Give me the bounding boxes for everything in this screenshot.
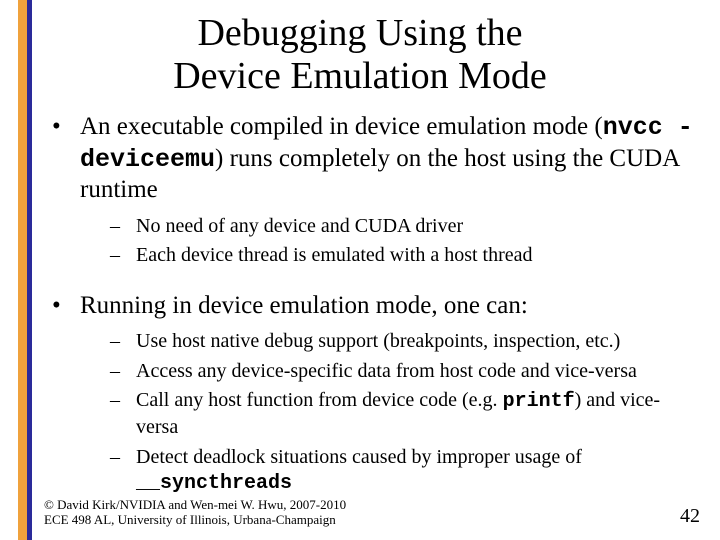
slide-body: An executable compiled in device emulati… <box>44 112 696 519</box>
footer-line-1: © David Kirk/NVIDIA and Wen-mei W. Hwu, … <box>44 497 346 512</box>
text-run: Use host native debug support (breakpoin… <box>136 330 620 352</box>
slide-footer: © David Kirk/NVIDIA and Wen-mei W. Hwu, … <box>44 497 346 528</box>
bullet-item: Running in device emulation mode, one ca… <box>44 291 696 497</box>
text-run: An executable compiled in device emulati… <box>80 113 603 140</box>
slide: Debugging Using the Device Emulation Mod… <box>0 0 720 540</box>
sub-bullet-list: Use host native debug support (breakpoin… <box>80 329 696 497</box>
bullet-list: An executable compiled in device emulati… <box>44 112 696 497</box>
title-line-2: Device Emulation Mode <box>173 55 547 97</box>
sub-bullet-item: Detect deadlock situations caused by imp… <box>80 445 696 497</box>
sub-bullet-item: Each device thread is emulated with a ho… <box>80 243 696 269</box>
text-run: Detect deadlock situations caused by imp… <box>136 446 582 468</box>
text-run: Call any host function from device code … <box>136 389 503 411</box>
footer-line-2: ECE 498 AL, University of Illinois, Urba… <box>44 512 336 527</box>
slide-title: Debugging Using the Device Emulation Mod… <box>0 12 720 97</box>
sub-bullet-list: No need of any device and CUDA driver Eac… <box>80 214 696 269</box>
sub-bullet-item: Use host native debug support (breakpoin… <box>80 329 696 355</box>
page-number: 42 <box>680 505 700 528</box>
text-run: printf <box>503 390 575 413</box>
sub-bullet-item: Access any device-specific data from hos… <box>80 359 696 385</box>
sub-bullet-item: Call any host function from device code … <box>80 388 696 440</box>
sub-bullet-item: No need of any device and CUDA driver <box>80 214 696 240</box>
bullet-item: An executable compiled in device emulati… <box>44 112 696 269</box>
text-run: Each device thread is emulated with a ho… <box>136 244 533 266</box>
text-run: Running in device emulation mode, one ca… <box>80 292 528 319</box>
text-run: No need of any device and CUDA driver <box>136 215 463 237</box>
text-run: Access any device-specific data from hos… <box>136 360 637 382</box>
text-run: __syncthreads <box>136 472 292 495</box>
title-line-1: Debugging Using the <box>197 12 522 54</box>
